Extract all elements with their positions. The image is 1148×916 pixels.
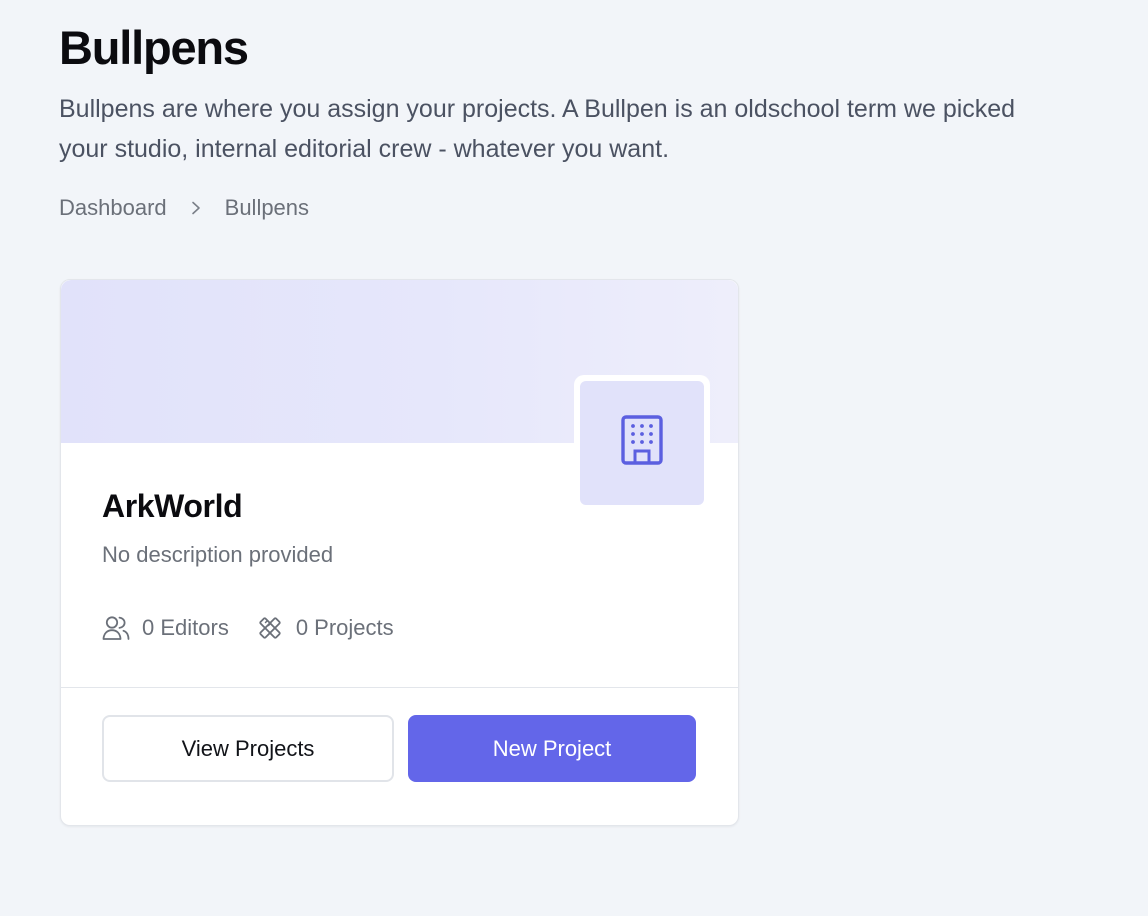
users-icon — [102, 614, 130, 642]
breadcrumb: Dashboard Bullpens — [59, 192, 309, 224]
bullpen-name: ArkWorld — [102, 488, 243, 524]
card-divider — [61, 687, 738, 688]
page-title: Bullpens — [59, 21, 249, 74]
pencil-ruler-icon — [256, 614, 284, 642]
bullpen-stats: 0 Editors 0 Projects — [102, 612, 394, 644]
breadcrumb-item-dashboard[interactable]: Dashboard — [59, 192, 167, 224]
breadcrumb-item-bullpens[interactable]: Bullpens — [225, 192, 309, 224]
bullpen-description: No description provided — [102, 542, 334, 567]
chevron-right-icon — [167, 192, 225, 224]
building-office-icon — [620, 414, 664, 472]
bullpen-avatar — [574, 375, 710, 511]
new-project-button[interactable]: New Project — [408, 715, 696, 782]
page-description-line-2: your studio, internal editorial crew - w… — [59, 135, 670, 163]
page-description: Bullpens are where you assign your proje… — [59, 89, 1148, 169]
bullpens-page: Bullpens Bullpens are where you assign y… — [0, 0, 1148, 916]
page-description-line-1: Bullpens are where you assign your proje… — [59, 95, 1016, 123]
editors-count: 0 Editors — [142, 615, 229, 640]
view-projects-button[interactable]: View Projects — [102, 715, 394, 782]
bullpen-card: ArkWorld No description provided 0 Edito… — [60, 279, 739, 826]
projects-stat: 0 Projects — [256, 612, 394, 644]
editors-stat: 0 Editors — [102, 612, 229, 644]
projects-count: 0 Projects — [295, 615, 394, 640]
